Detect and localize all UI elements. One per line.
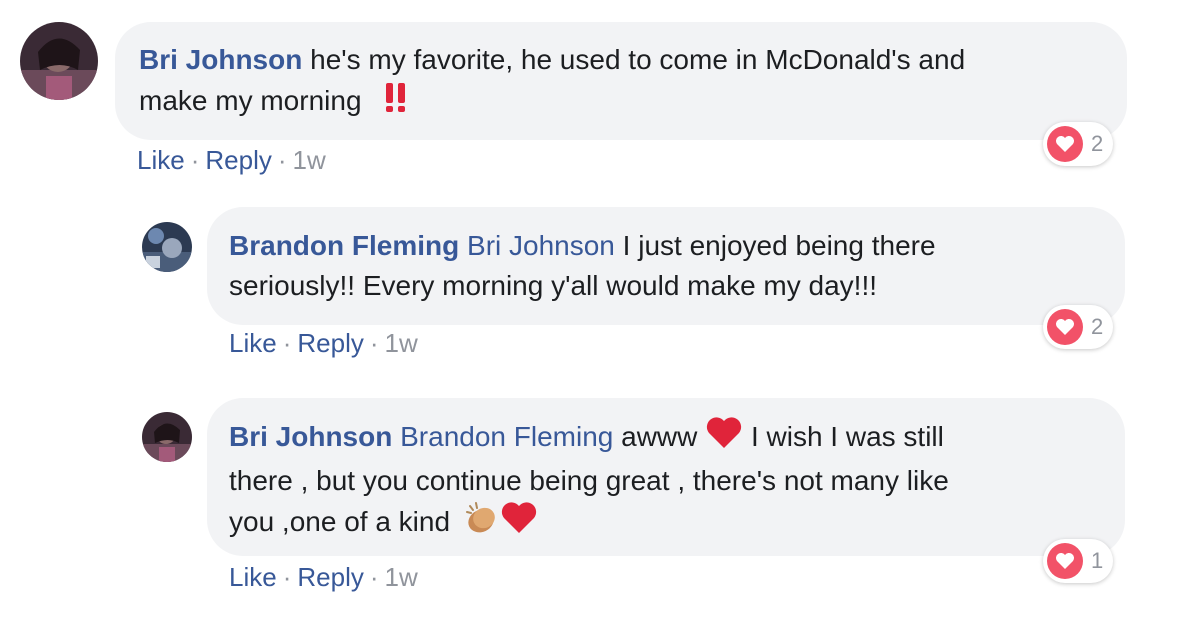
comment-bubble: Bri Johnson he's my favorite, he used to… xyxy=(115,22,1127,140)
comment-author[interactable]: Bri Johnson xyxy=(139,44,302,75)
comment-author[interactable]: Bri Johnson xyxy=(229,421,392,452)
separator-dot: · xyxy=(369,328,379,358)
separator-dot: · xyxy=(190,145,200,175)
love-reaction-icon xyxy=(1047,309,1083,345)
avatar[interactable] xyxy=(142,412,192,462)
comment-text-line2: seriously!! Every morning y'all would ma… xyxy=(229,270,878,301)
like-link[interactable]: Like xyxy=(137,145,185,175)
red-heart-emoji-icon xyxy=(500,501,538,546)
avatar[interactable] xyxy=(142,222,192,272)
comment-author[interactable]: Brandon Fleming xyxy=(229,230,459,261)
red-heart-emoji-icon xyxy=(705,416,743,461)
separator-dot: · xyxy=(277,145,287,175)
timestamp[interactable]: 1w xyxy=(385,562,418,592)
double-exclamation-emoji-icon xyxy=(379,80,413,125)
reply-link[interactable]: Reply xyxy=(205,145,271,175)
avatar[interactable] xyxy=(20,22,98,100)
comment-text-cont: I wish I was still xyxy=(750,420,944,452)
reaction-summary[interactable]: 2 xyxy=(1043,305,1114,349)
reaction-summary[interactable]: 1 xyxy=(1043,539,1114,583)
like-link[interactable]: Like xyxy=(229,562,277,592)
love-reaction-icon xyxy=(1047,126,1083,162)
comment-text: awww xyxy=(621,420,698,452)
timestamp[interactable]: 1w xyxy=(293,145,326,175)
reaction-count: 2 xyxy=(1091,131,1104,156)
separator-dot: · xyxy=(369,562,379,592)
love-reaction-icon xyxy=(1047,543,1083,579)
comment-actions: Like · Reply · 1w xyxy=(137,145,326,176)
avatar-photo xyxy=(142,412,192,462)
mention-link[interactable]: Bri Johnson xyxy=(467,230,615,261)
comment-text: he's my favorite, he used to come in McD… xyxy=(310,44,966,75)
like-link[interactable]: Like xyxy=(229,328,277,358)
reply-link[interactable]: Reply xyxy=(297,328,363,358)
reaction-summary[interactable]: 2 xyxy=(1043,122,1114,166)
comment-text: I just enjoyed being there xyxy=(622,230,936,261)
comment-text-line2: make my morning xyxy=(139,84,362,116)
comment-bubble: Brandon Fleming Bri Johnson I just enjoy… xyxy=(207,207,1125,325)
clapping-hands-emoji-icon xyxy=(464,501,500,546)
reaction-count: 2 xyxy=(1091,314,1104,339)
separator-dot: · xyxy=(282,562,292,592)
reply-link[interactable]: Reply xyxy=(297,562,363,592)
reaction-count: 1 xyxy=(1091,548,1104,573)
avatar-photo xyxy=(142,222,192,272)
timestamp[interactable]: 1w xyxy=(385,328,418,358)
comment-actions: Like · Reply · 1w xyxy=(229,328,418,359)
separator-dot: · xyxy=(282,328,292,358)
mention-link[interactable]: Brandon Fleming xyxy=(400,421,613,452)
comment-bubble: Bri Johnson Brandon Fleming awww I wish … xyxy=(207,398,1125,556)
avatar-photo xyxy=(20,22,98,100)
comment-actions: Like · Reply · 1w xyxy=(229,562,418,593)
comment-text-line2: there , but you continue being great , t… xyxy=(229,465,949,496)
comment-text-line3: you ,one of a kind xyxy=(229,505,451,537)
